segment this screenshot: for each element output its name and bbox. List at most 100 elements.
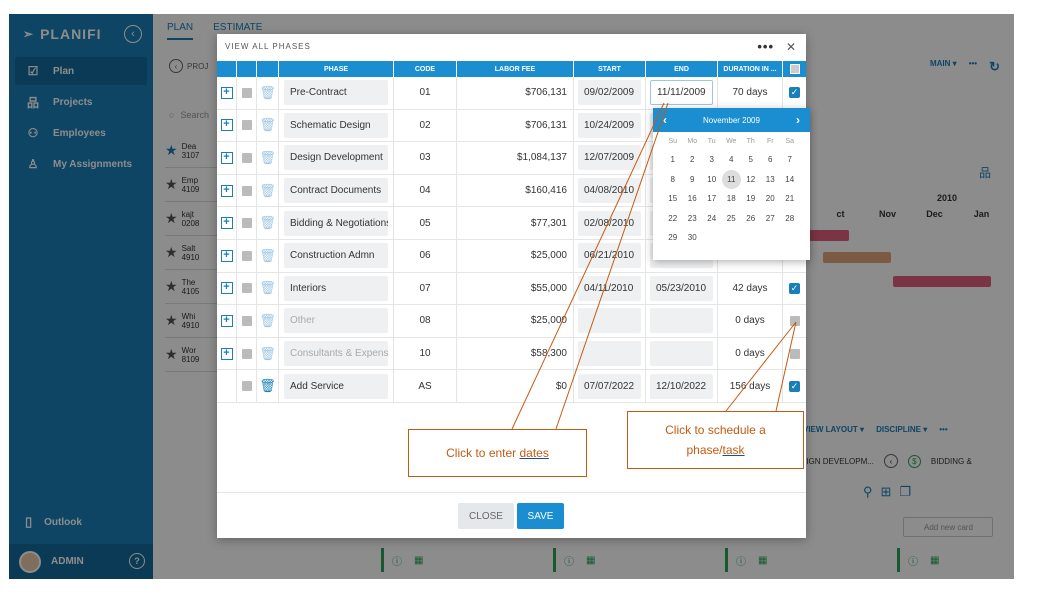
- save-button[interactable]: SAVE: [517, 503, 564, 529]
- more-icon[interactable]: •••: [757, 39, 774, 54]
- header-phase[interactable]: PHASE: [279, 61, 394, 77]
- calendar-day[interactable]: 16: [683, 189, 703, 209]
- trash-icon[interactable]: 🗑: [259, 215, 276, 231]
- next-month-icon[interactable]: ›: [796, 113, 800, 127]
- select-checkbox[interactable]: [241, 185, 252, 196]
- expand-icon[interactable]: +: [220, 347, 233, 360]
- date-picker-month[interactable]: November 2009: [703, 116, 760, 125]
- phase-name-input[interactable]: Interiors: [284, 275, 388, 301]
- trash-icon[interactable]: 🗑: [259, 313, 276, 329]
- schedule-all-checkbox[interactable]: [789, 64, 800, 74]
- schedule-checkbox[interactable]: ✓: [789, 380, 800, 392]
- calendar-day[interactable]: 25: [722, 209, 742, 229]
- calendar-day[interactable]: 15: [663, 189, 683, 209]
- close-icon[interactable]: ✕: [786, 40, 796, 54]
- trash-icon[interactable]: 🗑: [259, 378, 276, 394]
- trash-icon[interactable]: 🗑: [259, 117, 276, 133]
- header-start[interactable]: START: [574, 61, 646, 77]
- end-date-input[interactable]: 11/11/2009: [650, 80, 713, 106]
- schedule-checkbox[interactable]: ✓: [789, 87, 800, 99]
- trash-icon[interactable]: 🗑: [259, 346, 276, 362]
- schedule-checkbox[interactable]: [789, 315, 800, 326]
- trash-icon[interactable]: 🗑: [259, 280, 276, 296]
- calendar-day[interactable]: 6: [761, 150, 781, 170]
- expand-icon[interactable]: +: [220, 184, 233, 197]
- calendar-day[interactable]: 21: [780, 189, 800, 209]
- phase-name-input[interactable]: Schematic Design: [284, 112, 388, 138]
- close-button[interactable]: CLOSE: [458, 503, 514, 529]
- calendar-day[interactable]: 17: [702, 189, 722, 209]
- calendar-day[interactable]: 20: [761, 189, 781, 209]
- select-checkbox[interactable]: [241, 120, 252, 131]
- trash-icon[interactable]: 🗑: [259, 248, 276, 264]
- start-date-input[interactable]: 09/02/2009: [578, 80, 641, 106]
- end-date-input[interactable]: 05/23/2010: [650, 275, 713, 301]
- calendar-day[interactable]: 11: [721, 169, 741, 189]
- end-date-input[interactable]: [650, 341, 713, 367]
- select-checkbox[interactable]: [241, 381, 252, 392]
- calendar-day[interactable]: 13: [761, 170, 781, 190]
- select-checkbox[interactable]: [241, 152, 252, 163]
- phase-name-input[interactable]: Design Development: [284, 145, 388, 171]
- calendar-day[interactable]: 2: [683, 150, 703, 170]
- header-code[interactable]: CODE: [394, 61, 457, 77]
- calendar-day[interactable]: 28: [780, 209, 800, 229]
- trash-icon[interactable]: 🗑: [259, 183, 276, 199]
- start-date-input[interactable]: 12/07/2009: [578, 145, 641, 171]
- phase-name-input[interactable]: Construction Admn: [284, 243, 388, 269]
- calendar-day[interactable]: 10: [702, 170, 722, 190]
- calendar-day[interactable]: 18: [722, 189, 742, 209]
- phase-name-input[interactable]: Bidding & Negotiations: [284, 210, 388, 236]
- calendar-day[interactable]: 12: [741, 170, 761, 190]
- start-date-input[interactable]: [578, 308, 641, 334]
- start-date-input[interactable]: 04/08/2010: [578, 178, 641, 204]
- calendar-day[interactable]: 8: [663, 170, 683, 190]
- header-labor-fee[interactable]: LABOR FEE: [457, 61, 574, 77]
- calendar-day[interactable]: 14: [780, 170, 800, 190]
- header-duration[interactable]: DURATION IN ...: [718, 61, 783, 77]
- calendar-day[interactable]: 1: [663, 150, 683, 170]
- calendar-day[interactable]: 19: [741, 189, 761, 209]
- phase-name-input[interactable]: Consultants & Expenses: [284, 341, 388, 367]
- calendar-day[interactable]: 24: [702, 209, 722, 229]
- schedule-checkbox[interactable]: [789, 348, 800, 359]
- schedule-checkbox[interactable]: ✓: [789, 282, 800, 294]
- expand-icon[interactable]: +: [220, 86, 233, 99]
- select-checkbox[interactable]: [241, 283, 252, 294]
- start-date-input[interactable]: 06/21/2010: [578, 243, 641, 269]
- prev-month-icon[interactable]: ‹: [663, 113, 667, 127]
- phase-name-input[interactable]: Add Service: [284, 373, 388, 399]
- expand-icon[interactable]: +: [220, 314, 233, 327]
- calendar-day[interactable]: 22: [663, 209, 683, 229]
- calendar-day[interactable]: 7: [780, 150, 800, 170]
- calendar-day[interactable]: 9: [683, 170, 703, 190]
- calendar-day[interactable]: 26: [741, 209, 761, 229]
- select-checkbox[interactable]: [241, 348, 252, 359]
- select-checkbox[interactable]: [241, 87, 252, 98]
- phase-name-input[interactable]: Contract Documents: [284, 178, 388, 204]
- calendar-day[interactable]: 23: [683, 209, 703, 229]
- expand-icon[interactable]: +: [220, 151, 233, 164]
- calendar-day[interactable]: 29: [663, 228, 683, 248]
- expand-icon[interactable]: +: [220, 282, 233, 295]
- expand-icon[interactable]: +: [220, 119, 233, 132]
- trash-icon[interactable]: 🗑: [259, 85, 276, 101]
- start-date-input[interactable]: 04/11/2010: [578, 275, 641, 301]
- calendar-day[interactable]: 3: [702, 150, 722, 170]
- header-schedule-all[interactable]: [783, 61, 806, 77]
- start-date-input[interactable]: [578, 341, 641, 367]
- expand-icon[interactable]: +: [220, 217, 233, 230]
- trash-icon[interactable]: 🗑: [259, 150, 276, 166]
- start-date-input[interactable]: 10/24/2009: [578, 112, 641, 138]
- expand-icon[interactable]: +: [220, 249, 233, 262]
- select-checkbox[interactable]: [241, 315, 252, 326]
- end-date-input[interactable]: [650, 308, 713, 334]
- phase-name-input[interactable]: Other: [284, 308, 388, 334]
- calendar-day[interactable]: 4: [722, 150, 742, 170]
- start-date-input[interactable]: 07/07/2022: [578, 373, 641, 399]
- calendar-day[interactable]: 27: [761, 209, 781, 229]
- select-checkbox[interactable]: [241, 218, 252, 229]
- header-end[interactable]: END: [646, 61, 718, 77]
- select-checkbox[interactable]: [241, 250, 252, 261]
- start-date-input[interactable]: 02/08/2010: [578, 210, 641, 236]
